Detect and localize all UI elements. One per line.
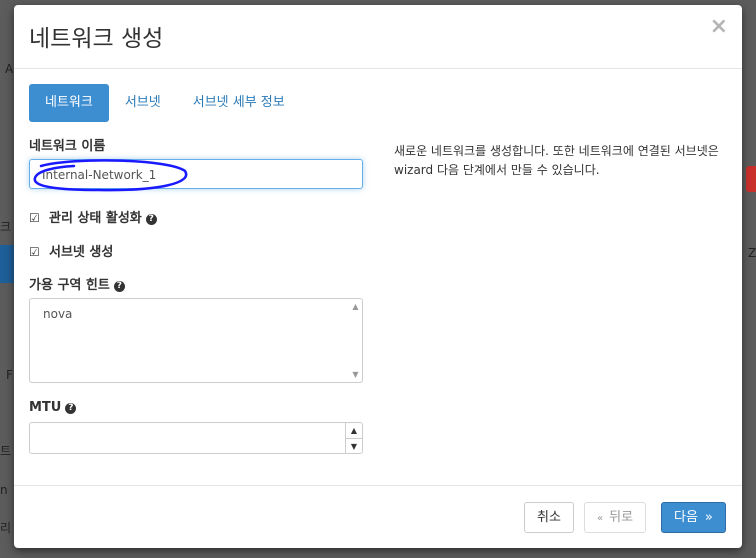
az-hint-label: 가용 구역 힌트: [29, 278, 110, 293]
increment-icon[interactable]: ▲: [346, 423, 362, 439]
admin-state-label: 관리 상태 활성화: [49, 211, 142, 226]
close-icon[interactable]: ×: [710, 14, 728, 39]
network-name-value: Internal-Network_1: [42, 168, 157, 182]
question-icon[interactable]: ?: [145, 214, 157, 225]
scrollbar[interactable]: ▲ ▼: [351, 302, 360, 379]
bg-fragment: 크: [0, 220, 12, 234]
double-left-chevron-icon: «: [597, 513, 604, 524]
bg-red-button: [746, 166, 756, 192]
create-network-dialog: 네트워크 생성 × 네트워크 서브넷 서브넷 세부 정보 네트워크 이름 Int…: [14, 5, 742, 548]
tab-network[interactable]: 네트워크: [29, 84, 109, 122]
admin-state-row[interactable]: ☑ 관리 상태 활성화?: [29, 207, 157, 226]
mtu-input[interactable]: ▲ ▼: [29, 422, 363, 454]
question-icon[interactable]: ?: [113, 281, 125, 292]
create-subnet-row[interactable]: ☑ 서브넷 생성: [29, 241, 113, 260]
create-subnet-label: 서브넷 생성: [49, 245, 114, 260]
tab-subnet[interactable]: 서브넷: [109, 84, 177, 122]
bg-fragment: n: [0, 483, 8, 497]
wizard-tabs: 네트워크 서브넷 서브넷 세부 정보: [29, 84, 301, 122]
network-name-label: 네트워크 이름: [29, 139, 106, 154]
cancel-button[interactable]: 취소: [524, 502, 574, 533]
next-label: 다음: [674, 510, 698, 525]
decrement-icon[interactable]: ▼: [346, 439, 362, 454]
dialog-header: 네트워크 생성 ×: [14, 5, 742, 69]
checkbox-checked-icon[interactable]: ☑: [29, 211, 41, 225]
mtu-stepper[interactable]: ▲ ▼: [345, 423, 362, 453]
mtu-label-row: MTU?: [29, 400, 77, 415]
scroll-up-icon[interactable]: ▲: [351, 302, 360, 311]
double-right-chevron-icon: »: [704, 510, 713, 525]
checkbox-checked-icon[interactable]: ☑: [29, 245, 41, 259]
bg-nav-highlight: [0, 245, 14, 283]
bg-fragment: A: [5, 62, 14, 76]
help-description: 새로운 네트워크를 생성합니다. 또한 네트워크에 연결된 서브넷은 wizar…: [394, 144, 719, 177]
dialog-title: 네트워크 생성: [29, 26, 164, 52]
dialog-footer: 취소 « 뒤로 다음 »: [14, 485, 742, 549]
bg-fragment: 트: [0, 444, 12, 458]
bg-fragment: F: [6, 368, 13, 382]
scroll-down-icon[interactable]: ▼: [351, 370, 360, 379]
tab-subnet-details[interactable]: 서브넷 세부 정보: [177, 84, 301, 122]
question-icon[interactable]: ?: [65, 403, 77, 414]
mtu-label: MTU: [29, 400, 62, 415]
az-option-nova[interactable]: nova: [43, 307, 349, 321]
az-hint-select[interactable]: nova ▲ ▼: [29, 298, 363, 383]
bg-fragment: Z: [748, 246, 756, 260]
network-name-input[interactable]: Internal-Network_1: [29, 159, 363, 189]
back-button[interactable]: « 뒤로: [584, 502, 647, 533]
next-button[interactable]: 다음 »: [661, 502, 726, 533]
az-hint-label-row: 가용 구역 힌트?: [29, 274, 125, 293]
back-label: 뒤로: [609, 510, 634, 525]
